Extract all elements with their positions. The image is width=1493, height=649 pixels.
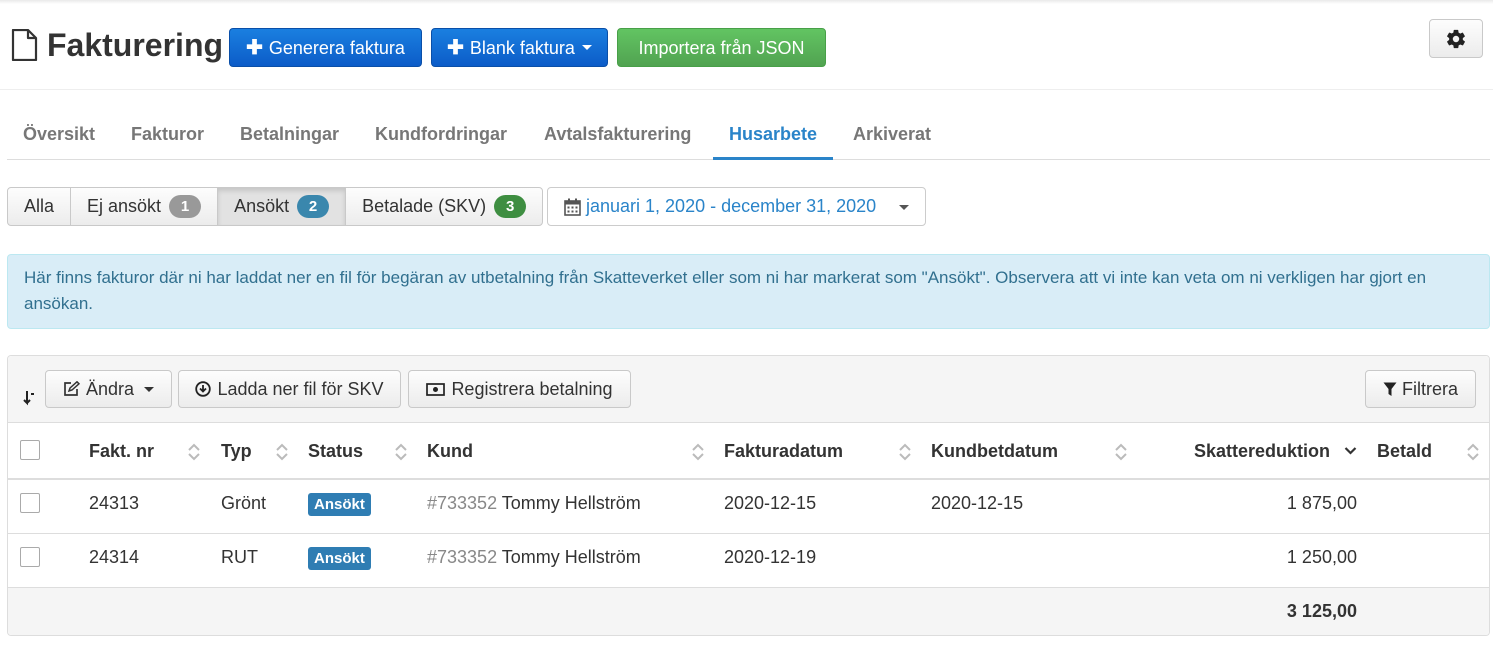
caret-down-icon bbox=[899, 205, 909, 210]
download-skv-label: Ladda ner fil för SKV bbox=[217, 379, 384, 399]
tab-arkiverat[interactable]: Arkiverat bbox=[837, 108, 947, 160]
section-tabs: Översikt Fakturor Betalningar Kundfordri… bbox=[7, 108, 1490, 160]
sort-desc-icon[interactable] bbox=[1344, 445, 1357, 457]
import-json-label: Importera från JSON bbox=[638, 37, 805, 58]
cell-tax-reduction: 1 875,00 bbox=[1286, 493, 1357, 513]
filter-all-button[interactable]: Alla bbox=[7, 187, 72, 226]
filter-not-applied-button[interactable]: Ej ansökt 1 bbox=[70, 187, 219, 226]
tab-oversikt[interactable]: Översikt bbox=[7, 108, 111, 160]
row-checkbox[interactable] bbox=[20, 493, 40, 513]
cell-customer: #733352 Tommy Hellström bbox=[427, 480, 641, 534]
plus-icon: ✚ bbox=[447, 36, 464, 59]
tab-fakturor[interactable]: Fakturor bbox=[115, 108, 220, 160]
tax-reduction-total: 3 125,00 bbox=[1286, 601, 1357, 621]
filter-applied-button[interactable]: Ansökt 2 bbox=[217, 187, 347, 226]
cell-type: Grönt bbox=[221, 493, 267, 513]
cell-invoice-no: 24313 bbox=[89, 493, 140, 513]
info-alert: Här finns fakturor där ni har laddat ner… bbox=[7, 254, 1490, 329]
register-payment-label: Registrera betalning bbox=[451, 379, 613, 399]
cell-status: Ansökt bbox=[308, 534, 371, 588]
table-footer: 3 125,00 bbox=[8, 588, 1489, 635]
row-checkbox[interactable] bbox=[20, 547, 40, 567]
filter-button[interactable]: Filtrera bbox=[1365, 370, 1476, 408]
cell-customer-pay-date: 2020-12-15 bbox=[931, 493, 1024, 513]
customer-name: Tommy Hellström bbox=[501, 493, 641, 513]
page-title: Fakturering bbox=[47, 27, 224, 63]
sort-icon[interactable] bbox=[692, 443, 704, 461]
customer-name: Tommy Hellström bbox=[501, 547, 641, 567]
generate-invoice-button[interactable]: ✚ Generera faktura bbox=[229, 28, 422, 67]
customer-id-link[interactable]: #733352 bbox=[427, 547, 497, 567]
sort-icon[interactable] bbox=[395, 443, 407, 461]
col-status[interactable]: Status bbox=[308, 423, 363, 480]
status-badge: Ansökt bbox=[308, 546, 371, 570]
register-payment-button[interactable]: Registrera betalning bbox=[408, 370, 631, 408]
col-type[interactable]: Typ bbox=[221, 423, 252, 480]
caret-down-icon bbox=[144, 386, 155, 392]
gear-icon bbox=[1447, 29, 1465, 48]
filter-all-label: Alla bbox=[24, 196, 55, 216]
sort-icon[interactable] bbox=[899, 443, 911, 461]
sort-icon[interactable] bbox=[1467, 443, 1479, 461]
filter-paid-label: Betalade (SKV) bbox=[362, 196, 487, 216]
edit-dropdown-button[interactable]: Ändra bbox=[45, 370, 172, 408]
col-customer[interactable]: Kund bbox=[427, 423, 473, 480]
money-icon bbox=[426, 382, 446, 396]
edit-icon bbox=[64, 381, 80, 396]
filter-paid-button[interactable]: Betalade (SKV) 3 bbox=[345, 187, 544, 226]
cell-invoice-date: 2020-12-19 bbox=[724, 547, 817, 567]
sort-order-icon[interactable] bbox=[22, 389, 36, 407]
table-row[interactable]: 24314 RUT Ansökt #733352 Tommy Hellström… bbox=[8, 534, 1489, 588]
applied-count-badge: 2 bbox=[297, 195, 330, 218]
blank-invoice-button[interactable]: ✚ Blank faktura bbox=[431, 28, 608, 67]
cell-customer: #733352 Tommy Hellström bbox=[427, 534, 641, 588]
col-tax-reduction[interactable]: Skattereduktion bbox=[1194, 423, 1330, 480]
plus-icon: ✚ bbox=[246, 36, 263, 59]
col-invoice-no[interactable]: Fakt. nr bbox=[89, 423, 154, 480]
col-customer-pay-date[interactable]: Kundbetdatum bbox=[931, 423, 1058, 480]
status-filter-group: Alla Ej ansökt 1 Ansökt 2 Betalade (SKV)… bbox=[7, 187, 544, 226]
sort-icon[interactable] bbox=[1115, 443, 1127, 461]
settings-button[interactable] bbox=[1429, 19, 1483, 58]
paid-count-badge: 3 bbox=[494, 195, 527, 218]
customer-id-link[interactable]: #733352 bbox=[427, 493, 497, 513]
cell-tax-reduction: 1 250,00 bbox=[1286, 547, 1357, 567]
tab-husarbete[interactable]: Husarbete bbox=[713, 108, 834, 160]
table-toolbar: Ändra Ladda ner fil för SKV Registrera b… bbox=[8, 356, 1489, 423]
sort-icon[interactable] bbox=[276, 443, 288, 461]
date-range-picker[interactable]: januari 1, 2020 - december 31, 2020 bbox=[547, 187, 926, 226]
table-row[interactable]: 24313 Grönt Ansökt #733352 Tommy Hellstr… bbox=[8, 480, 1489, 534]
date-range-text: januari 1, 2020 - december 31, 2020 bbox=[586, 196, 877, 216]
info-alert-text: Här finns fakturor där ni har laddat ner… bbox=[24, 268, 1427, 313]
calendar-icon bbox=[564, 198, 581, 216]
page-header: Fakturering ✚ Generera faktura ✚ Blank f… bbox=[0, 0, 1493, 90]
status-badge: Ansökt bbox=[308, 492, 371, 516]
col-paid[interactable]: Betald bbox=[1377, 423, 1432, 480]
caret-down-icon bbox=[581, 45, 592, 50]
cell-status: Ansökt bbox=[308, 480, 371, 534]
not-applied-count-badge: 1 bbox=[169, 195, 202, 218]
tab-avtalsfakturering[interactable]: Avtalsfakturering bbox=[528, 108, 707, 160]
tab-betalningar[interactable]: Betalningar bbox=[224, 108, 355, 160]
import-json-button[interactable]: Importera från JSON bbox=[617, 28, 826, 67]
tab-kundfordringar[interactable]: Kundfordringar bbox=[359, 108, 523, 160]
filter-label: Filtrera bbox=[1401, 379, 1458, 399]
filter-applied-label: Ansökt bbox=[234, 196, 290, 216]
cell-invoice-date: 2020-12-15 bbox=[724, 493, 817, 513]
filter-not-applied-label: Ej ansökt bbox=[87, 196, 162, 216]
select-all-checkbox[interactable] bbox=[20, 440, 40, 460]
table-header: Fakt. nr Typ Status Kund Fakturadatum Ku… bbox=[8, 423, 1489, 480]
sort-icon[interactable] bbox=[188, 443, 200, 461]
col-invoice-date[interactable]: Fakturadatum bbox=[724, 423, 843, 480]
edit-label: Ändra bbox=[85, 379, 135, 399]
generate-invoice-label: Generera faktura bbox=[268, 37, 405, 58]
download-circle-icon bbox=[195, 381, 212, 397]
blank-invoice-label: Blank faktura bbox=[469, 37, 575, 58]
filter-icon bbox=[1383, 382, 1397, 396]
cell-invoice-no: 24314 bbox=[89, 547, 140, 567]
download-skv-button[interactable]: Ladda ner fil för SKV bbox=[178, 370, 401, 408]
invoice-table-panel: Ändra Ladda ner fil för SKV Registrera b… bbox=[7, 355, 1490, 636]
cell-type: RUT bbox=[221, 547, 258, 567]
file-icon bbox=[11, 29, 38, 61]
